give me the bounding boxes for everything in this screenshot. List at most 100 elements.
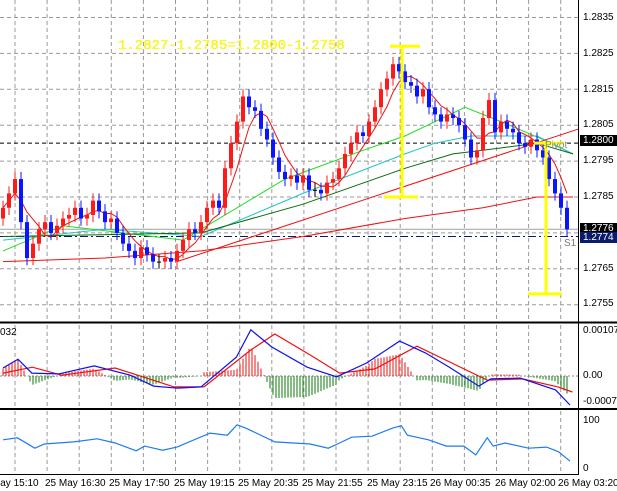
macd-indicator-label: 032	[0, 327, 17, 338]
candle-body	[463, 125, 467, 140]
price-tick: 1.2755	[583, 298, 614, 309]
oscillator-line	[2, 424, 571, 462]
price-tick: 1.2815	[583, 84, 614, 95]
candle-body	[385, 78, 389, 90]
candle-body	[559, 193, 563, 208]
price-tick: 1.2785	[583, 191, 614, 202]
candle-body	[205, 207, 209, 223]
candle-body	[43, 222, 47, 230]
candle-body	[469, 139, 473, 158]
candle-body	[247, 96, 251, 108]
candle-body	[565, 207, 569, 230]
candle-body	[487, 100, 491, 119]
price-tick: 1.2825	[583, 48, 614, 59]
candle-body	[67, 214, 71, 219]
candle-body	[343, 153, 347, 169]
candle-body	[277, 157, 281, 172]
time-tick: 25 May 20:35	[238, 478, 299, 489]
candle-body	[415, 85, 419, 97]
candle-body	[7, 193, 11, 208]
candle-body	[127, 243, 131, 251]
dark-green-ma-line	[2, 142, 574, 237]
time-tick: 26 May 03:20	[558, 478, 617, 489]
candle-body	[397, 64, 401, 72]
candle-body	[73, 207, 77, 215]
candle-body	[427, 89, 431, 108]
candle-body	[19, 179, 23, 223]
candle-body	[271, 139, 275, 158]
candle-body	[325, 182, 329, 194]
candle-body	[445, 114, 449, 122]
candle-body	[145, 247, 149, 255]
candle-body	[121, 232, 125, 244]
candle-body	[319, 189, 323, 194]
candle-body	[337, 168, 341, 180]
candle-body	[523, 143, 527, 147]
candle-body	[37, 229, 41, 244]
candle-body	[151, 254, 155, 262]
macd-tick: 0.00107	[583, 325, 617, 336]
candle-body	[307, 175, 311, 190]
candle-body	[493, 100, 497, 133]
time-tick: 25 May 19:15	[174, 478, 235, 489]
candle-body	[367, 121, 371, 136]
time-tick: 25 May 21:55	[302, 478, 363, 489]
candle-body	[103, 211, 107, 223]
price-tick: 1.2765	[583, 263, 614, 274]
candle-body	[253, 107, 257, 111]
candle-body	[133, 250, 137, 259]
candle-body	[265, 128, 269, 140]
candle-body	[229, 143, 233, 169]
candle-body	[91, 200, 95, 215]
candle-body	[241, 96, 245, 122]
candle-body	[505, 121, 509, 129]
candle-body	[217, 200, 221, 208]
candle-body	[547, 157, 551, 180]
candle-body	[181, 240, 185, 251]
candle-body	[49, 222, 53, 233]
oscillator-tick: 0	[583, 463, 589, 474]
candle-body	[235, 121, 239, 144]
chart-canvas[interactable]	[0, 0, 617, 491]
candle-body	[517, 132, 521, 144]
price-marker-s1: 1.2774	[580, 232, 617, 243]
oscillator-tick: 100	[583, 415, 600, 426]
price-tick: 1.2835	[583, 12, 614, 23]
candle-body	[199, 222, 203, 233]
candle-body	[175, 250, 179, 262]
candle-body	[379, 89, 383, 108]
candle-body	[157, 261, 161, 263]
time-tick: 26 May 02:00	[495, 478, 556, 489]
candle-body	[25, 222, 29, 259]
candle-body	[361, 132, 365, 136]
candle-body	[259, 110, 263, 129]
time-tick: 25 May 16:30	[45, 478, 106, 489]
candle-body	[373, 107, 377, 122]
candle-body	[301, 175, 305, 183]
candle-body	[457, 118, 461, 126]
price-tick: 1.2805	[583, 119, 614, 130]
candle-body	[499, 121, 503, 133]
candle-body	[61, 218, 65, 226]
candle-body	[139, 247, 143, 259]
candle-body	[541, 150, 545, 158]
candle-body	[85, 214, 89, 219]
candle-body	[193, 229, 197, 233]
candle-body	[1, 207, 5, 219]
candle-body	[355, 132, 359, 144]
macd-tick: 0.00	[583, 370, 603, 381]
candle-body	[97, 200, 101, 212]
candle-body	[481, 118, 485, 151]
time-tick: 26 May 00:35	[430, 478, 491, 489]
time-tick: 25 May 15:10	[0, 478, 39, 489]
candle-body	[511, 128, 515, 133]
candle-body	[295, 175, 299, 183]
trading-chart-window[interactable]: 1.2827-1.2785=1.2800-1.2758 Pivot S1 1.2…	[0, 0, 617, 491]
candle-body	[331, 179, 335, 183]
pivot-level-label: Pivot	[545, 140, 568, 151]
candle-body	[535, 139, 539, 151]
candle-body	[349, 143, 353, 154]
price-tick: 1.2795	[583, 155, 614, 166]
s1-level-label: S1	[564, 238, 577, 249]
candle-body	[283, 171, 287, 180]
